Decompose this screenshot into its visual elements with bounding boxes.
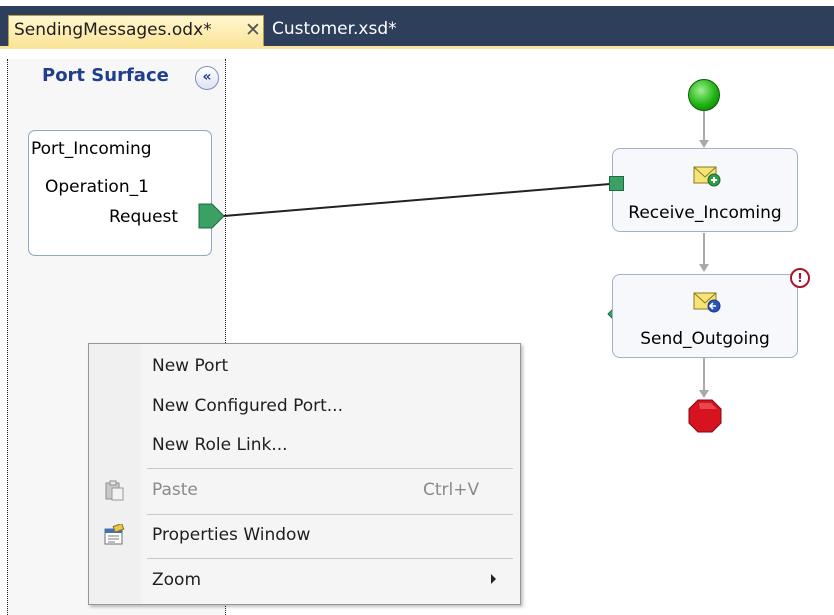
menu-item-label: Paste xyxy=(152,480,198,500)
menu-separator xyxy=(147,468,513,469)
menu-item-label: Properties Window xyxy=(152,525,311,545)
menu-separator xyxy=(147,514,513,515)
properties-icon xyxy=(104,524,125,545)
paste-icon xyxy=(105,480,124,501)
menu-item-properties-window[interactable]: Properties Window xyxy=(89,519,520,553)
context-menu: New Port New Configured Port... New Role… xyxy=(88,343,521,605)
menu-separator xyxy=(147,558,513,559)
menu-item-label: New Role Link... xyxy=(152,435,288,455)
menu-item-label: New Configured Port... xyxy=(152,396,343,416)
request-port-marker xyxy=(198,203,225,229)
menu-item-label: New Port xyxy=(152,356,229,376)
send-shape-label: Send_Outgoing xyxy=(640,329,770,349)
menu-item-shortcut: Ctrl+V xyxy=(423,480,480,500)
send-shape[interactable]: Send_Outgoing xyxy=(612,274,798,358)
menu-item-new-role-link[interactable]: New Role Link... xyxy=(89,429,520,463)
flow-arrowhead xyxy=(699,390,709,398)
receive-envelope-icon xyxy=(693,166,721,187)
menu-item-paste[interactable]: Paste Ctrl+V xyxy=(89,474,520,508)
menu-item-zoom[interactable]: Zoom xyxy=(89,564,520,598)
start-shape[interactable] xyxy=(688,79,720,111)
receive-port-connector[interactable] xyxy=(609,176,624,191)
menu-item-new-port[interactable]: New Port xyxy=(89,350,520,384)
send-envelope-icon xyxy=(693,292,721,313)
flow-arrowhead xyxy=(699,264,709,272)
flow-arrowhead xyxy=(699,140,709,148)
menu-item-label: Zoom xyxy=(152,570,202,590)
menu-item-new-configured-port[interactable]: New Configured Port... xyxy=(89,390,520,424)
port-binding-line xyxy=(223,183,611,217)
receive-shape[interactable]: Receive_Incoming xyxy=(612,148,798,232)
submenu-arrow-icon xyxy=(491,574,496,584)
stop-shape[interactable] xyxy=(688,399,722,433)
receive-shape-label: Receive_Incoming xyxy=(628,203,782,223)
warning-icon[interactable]: ! xyxy=(790,268,810,288)
